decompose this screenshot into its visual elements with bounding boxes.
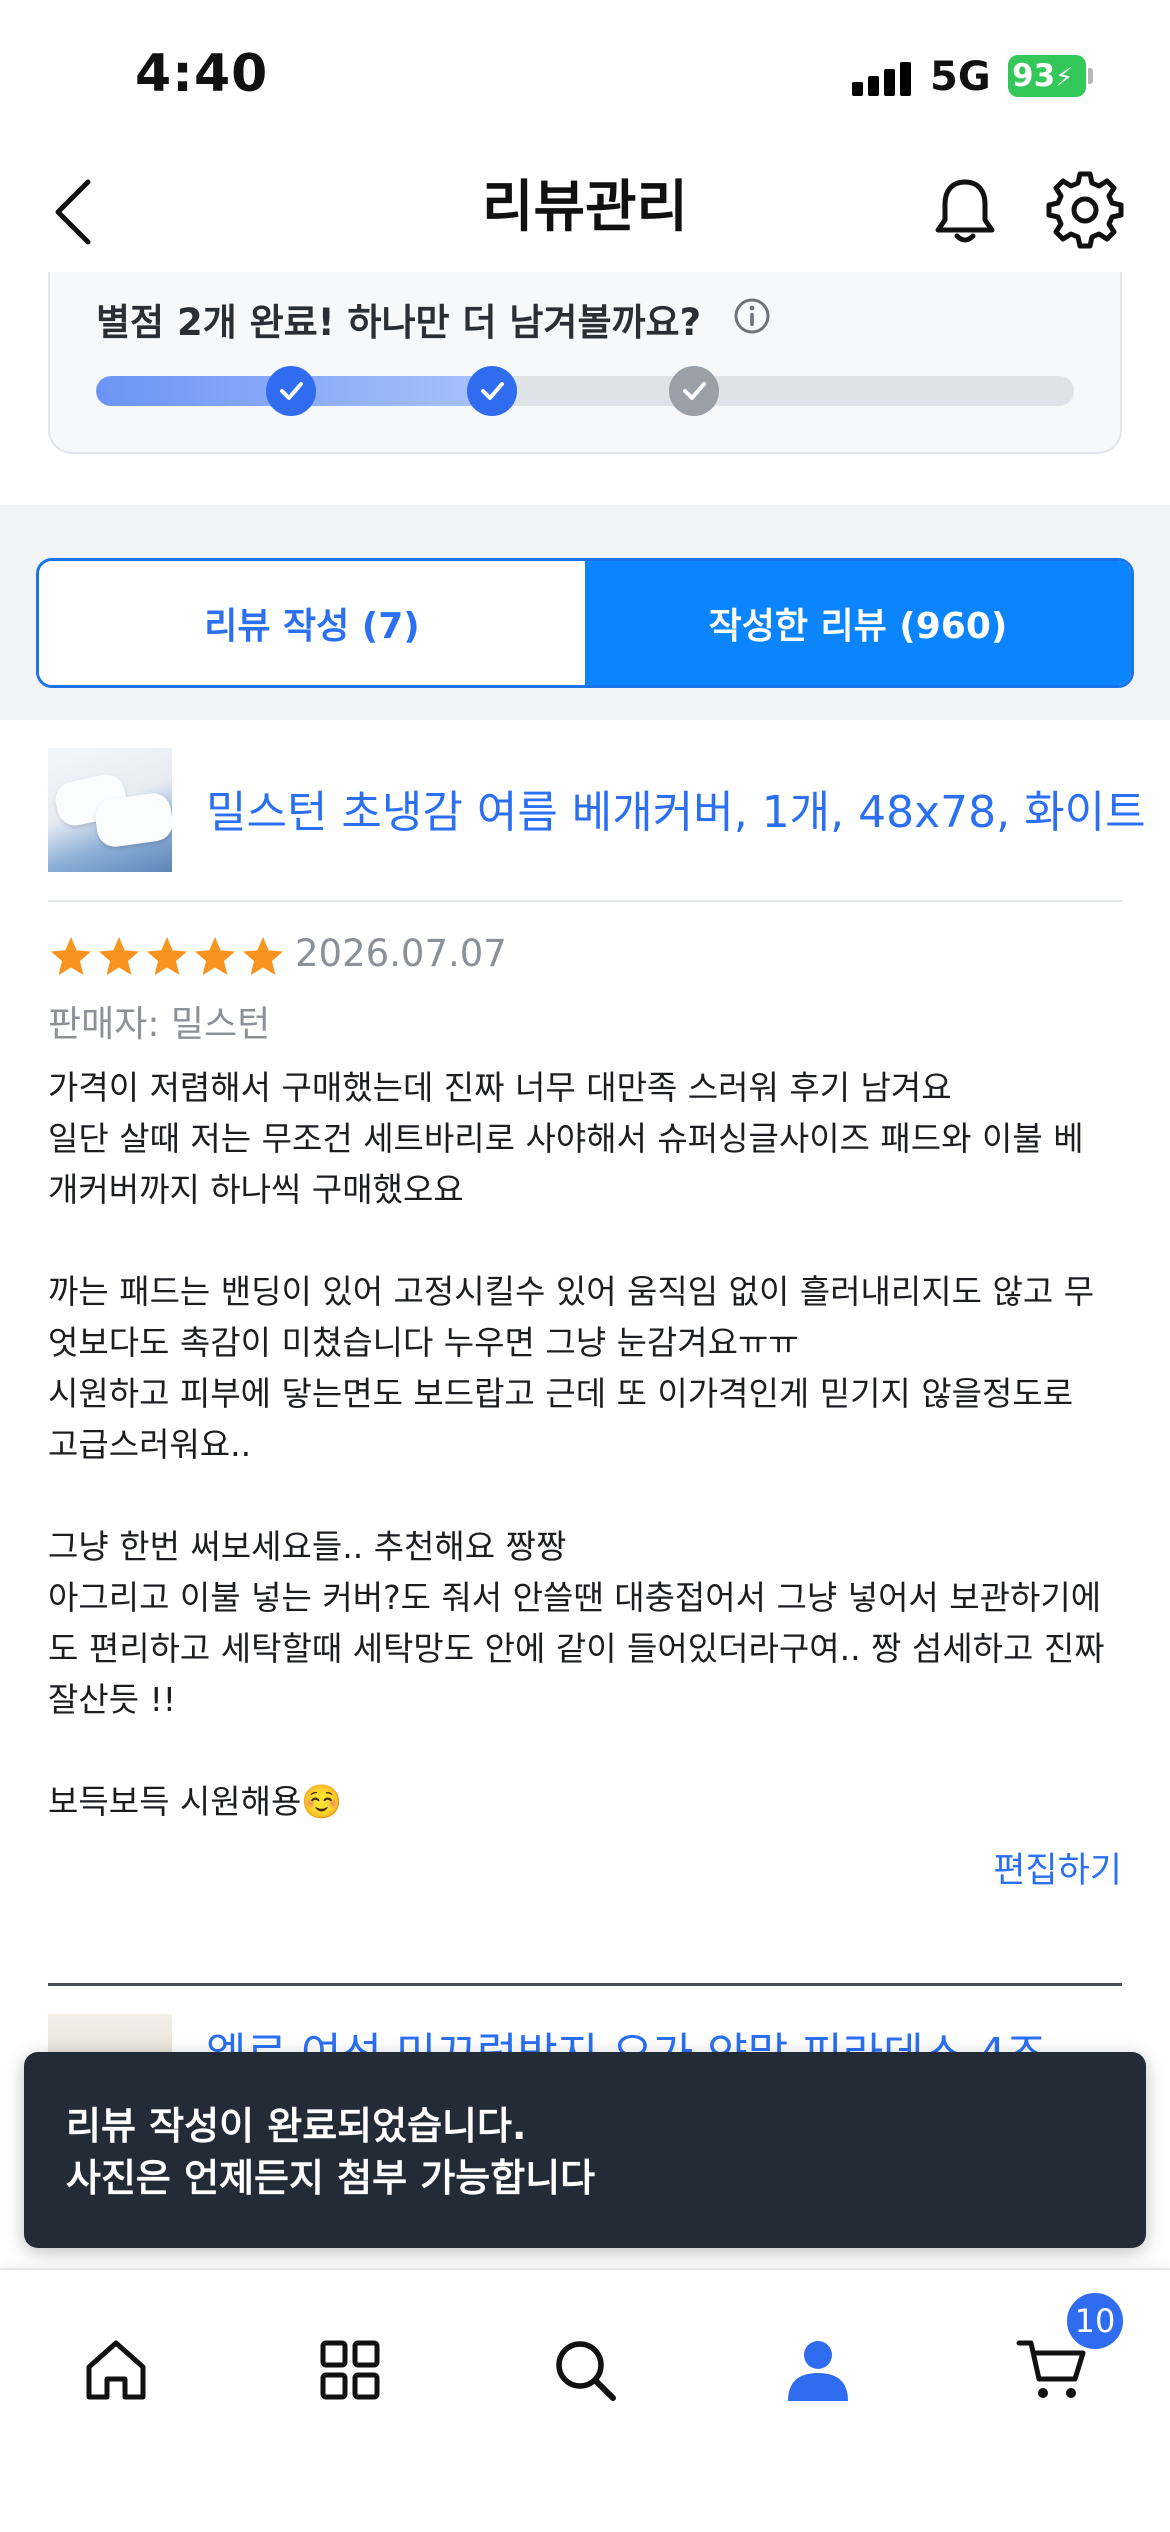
search-icon (556, 2341, 616, 2401)
info-icon[interactable] (732, 296, 772, 336)
signal-icon (852, 60, 914, 96)
progress-message: 별점 2개 완료! 하나만 더 남겨볼까요? (96, 301, 702, 344)
review-line: 그냥 한번 써보세요들.. 추천해요 짱짱 (48, 1527, 567, 1566)
review-line: 아그리고 이불 넣는 커버?도 줘서 안쓸땐 대충접어서 그냥 넣어서 보관하기… (48, 1578, 1102, 1617)
star-rating (48, 934, 286, 980)
product-name-link[interactable]: 밀스턴 초냉감 여름 베개커버, 1개, 48x78, 화이트 (206, 776, 1146, 840)
review-line: 엇보다도 촉감이 미쳤습니다 누우면 그냥 눈감겨요ㅠㅠ (48, 1323, 799, 1362)
review-text: 가격이 저렴해서 구매했는데 진짜 너무 대만족 스러워 후기 남겨요일단 살때… (48, 1062, 1128, 1827)
review-line: 도 편리하고 세탁할때 세탁망도 안에 같이 들어있더라구여.. 짱 섬세하고 … (48, 1629, 1105, 1668)
nav-home[interactable] (66, 2320, 166, 2420)
product-row[interactable]: 밀스턴 초냉감 여름 베개커버, 1개, 48x78, 화이트 (48, 748, 1146, 900)
progress-step-3 (669, 366, 719, 416)
product-thumbnail[interactable] (48, 748, 172, 872)
toast-message: 리뷰 작성이 완료되었습니다. 사진은 언제든지 첨부 가능합니다 (24, 2052, 1146, 2248)
star-icon (51, 937, 91, 975)
review-line: 까는 패드는 밴딩이 있어 고정시킬수 있어 움직임 없이 흘러내리지도 않고 … (48, 1272, 1095, 1311)
my-page-icon (788, 2341, 848, 2401)
star-icon (99, 937, 139, 975)
check-icon (481, 382, 504, 400)
tab-written-reviews[interactable]: 작성한 리뷰 (960) (585, 561, 1131, 685)
nav-search[interactable] (535, 2320, 635, 2420)
notification-button[interactable] (925, 170, 1005, 250)
pillow-shape (93, 790, 172, 850)
seller-name: 판매자: 밀스턴 (48, 1004, 271, 1045)
review-date: 2026.07.07 (295, 932, 507, 975)
toast-line-1: 리뷰 작성이 완료되었습니다. (66, 2104, 527, 2148)
review-tabs: 리뷰 작성 (7) 작성한 리뷰 (960) (36, 558, 1134, 688)
toast-line-2: 사진은 언제든지 첨부 가능합니다 (66, 2156, 596, 2200)
review-line (48, 1215, 1128, 1266)
review-line: 보득보득 시원해용☺️ (48, 1782, 343, 1821)
bottom-nav (0, 2268, 1170, 2532)
check-icon (280, 382, 303, 400)
nav-category[interactable] (300, 2320, 400, 2420)
review-line: 개커버까지 하나씩 구매했오요 (48, 1170, 464, 1209)
status-time: 4:40 (135, 44, 269, 104)
divider (48, 900, 1122, 902)
progress-step-2 (467, 366, 517, 416)
progress-track (96, 376, 1074, 406)
settings-button[interactable] (1045, 170, 1125, 250)
nav-my-page[interactable] (768, 2320, 868, 2420)
divider (48, 1983, 1122, 1986)
tab-write-review[interactable]: 리뷰 작성 (7) (39, 561, 585, 685)
review-line: 고급스러워요.. (48, 1425, 252, 1464)
bell-icon (935, 179, 995, 243)
edit-review-link[interactable]: 편집하기 (993, 1842, 1122, 1893)
star-icon (243, 937, 283, 975)
battery-level: 93 (1012, 58, 1056, 94)
review-line (48, 1470, 1128, 1521)
network-type: 5G (930, 54, 991, 100)
review-line: 시원하고 피부에 닿는면도 보드랍고 근데 또 이가격인게 믿기지 않을정도로 (48, 1374, 1074, 1413)
review-line (48, 1725, 1128, 1776)
star-icon (195, 937, 235, 975)
review-line: 잘산듯 !! (48, 1680, 177, 1719)
category-grid-icon (320, 2340, 380, 2400)
status-bar: 4:40 5G 93⚡ (0, 0, 1170, 150)
check-icon (683, 382, 706, 400)
review-line: 일단 살때 저는 무조건 세트바리로 사야해서 슈퍼싱글사이즈 패드와 이불 베 (48, 1119, 1084, 1158)
progress-step-1 (266, 366, 316, 416)
review-line: 가격이 저렴해서 구매했는데 진짜 너무 대만족 스러워 후기 남겨요 (48, 1068, 952, 1107)
review-progress-card: 별점 2개 완료! 하나만 더 남겨볼까요? (48, 272, 1122, 454)
home-icon (86, 2340, 146, 2400)
header: 리뷰관리 (0, 150, 1170, 270)
gear-icon (1046, 171, 1124, 249)
battery-icon: 93⚡ (1008, 55, 1086, 97)
battery-tip (1088, 68, 1093, 84)
star-icon (147, 937, 187, 975)
cart-count-badge: 10 (1064, 2290, 1126, 2352)
